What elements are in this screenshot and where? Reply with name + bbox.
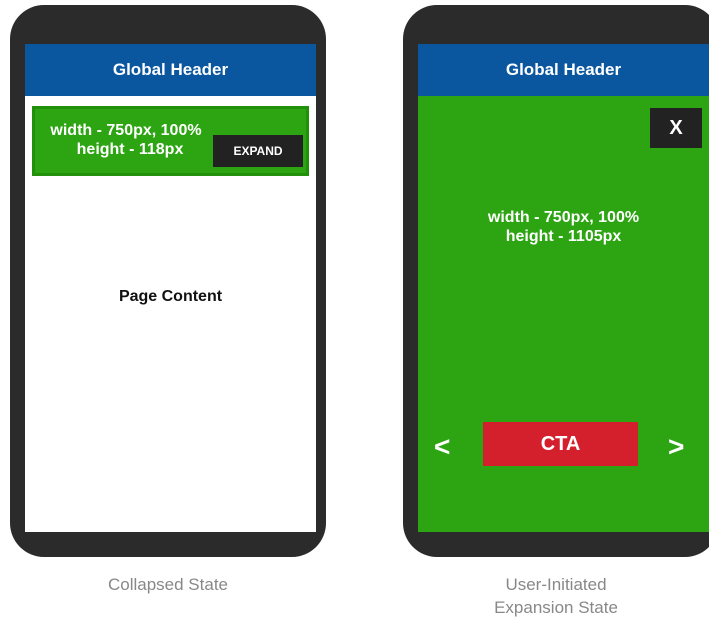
collapsed-banner-height-text: height - 118px — [76, 141, 184, 158]
collapsed-phone-frame: Global Header width - 750px, 100% height… — [10, 5, 326, 557]
expanded-banner-height-text: height - 1105px — [505, 228, 622, 245]
collapsed-phone-screen: Global Header width - 750px, 100% height… — [25, 44, 316, 532]
expansion-state-caption-line1: User-Initiated — [505, 575, 607, 594]
expanded-global-header: Global Header — [418, 44, 709, 96]
close-button[interactable]: X — [650, 108, 702, 148]
expanded-banner-width-text: width - 750px, 100% — [487, 209, 640, 226]
collapsed-global-header: Global Header — [25, 44, 316, 96]
expanded-phone-screen: Global Header X width - 750px, 100% heig… — [418, 44, 709, 532]
cta-button[interactable]: CTA — [483, 422, 638, 466]
collapsed-state-caption: Collapsed State — [107, 575, 229, 594]
expand-button[interactable]: EXPAND — [213, 135, 303, 167]
collapsed-banner: width - 750px, 100% height - 118px EXPAN… — [32, 106, 309, 176]
expanded-phone-frame: Global Header X width - 750px, 100% heig… — [403, 5, 709, 557]
expansion-state-caption-line2: Expansion State — [494, 598, 618, 617]
previous-arrow-icon[interactable]: < — [434, 433, 450, 461]
next-arrow-icon[interactable]: > — [668, 433, 684, 461]
collapsed-banner-width-text: width - 750px, 100% — [50, 122, 202, 139]
page-content-label: Page Content — [118, 288, 223, 305]
